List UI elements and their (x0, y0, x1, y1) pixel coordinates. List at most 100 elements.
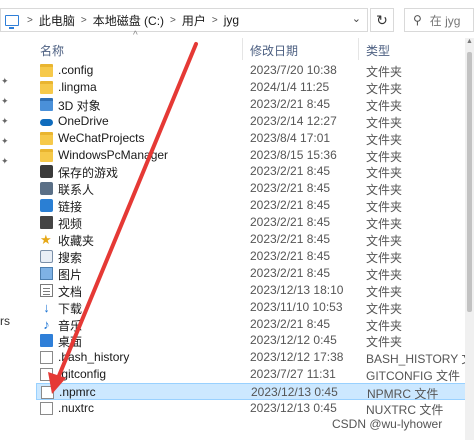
breadcrumb-separator: > (80, 14, 87, 26)
file-row[interactable]: 文档 2023/12/13 18:10 文件夹 (36, 282, 474, 299)
file-row[interactable]: 保存的游戏 2023/2/21 8:45 文件夹 (36, 163, 474, 180)
file-icon (40, 402, 53, 415)
file-row[interactable]: 3D 对象 2023/2/21 8:45 文件夹 (36, 96, 474, 113)
pin-icon: ✦ (1, 116, 9, 126)
scroll-up-icon[interactable]: ▲ (465, 38, 474, 48)
file-modified-date: 2023/12/13 0:45 (251, 385, 338, 400)
chevron-down-icon[interactable]: ⌄ (352, 12, 361, 25)
file-row[interactable]: WindowsPcManager 2023/8/15 15:36 文件夹 (36, 147, 474, 164)
file-row[interactable]: ↓ 下载 2023/11/10 10:53 文件夹 (36, 299, 474, 316)
file-row[interactable]: ♪ 音乐 2023/2/21 8:45 文件夹 (36, 316, 474, 333)
file-modified-date: 2023/2/21 8:45 (250, 248, 331, 263)
file-type: 文件夹 (366, 98, 403, 113)
file-type: 文件夹 (366, 183, 403, 198)
file-row[interactable]: 搜索 2023/2/21 8:45 文件夹 (36, 248, 474, 265)
file-modified-date: 2024/1/4 11:25 (250, 79, 330, 94)
column-divider[interactable] (242, 38, 243, 60)
search-input[interactable]: ⚲ 在 jyg (404, 8, 474, 32)
column-header-type[interactable]: 类型 (366, 42, 390, 59)
file-name: .config (58, 63, 94, 77)
file-name: .gitconfig (58, 367, 107, 382)
file-row[interactable]: 桌面 2023/12/12 0:45 文件夹 (36, 332, 474, 349)
documents-icon (40, 283, 53, 297)
file-name: 视频 (58, 217, 83, 232)
search-placeholder: 在 jyg (429, 13, 461, 28)
file-modified-date: 2023/12/13 18:10 (250, 282, 344, 297)
file-type: 文件夹 (366, 166, 403, 181)
file-name: 桌面 (58, 335, 83, 350)
column-divider[interactable] (358, 38, 359, 60)
file-type: 文件夹 (366, 234, 403, 248)
file-name: 链接 (58, 200, 83, 215)
file-modified-date: 2023/12/12 17:38 (250, 350, 344, 365)
search-icon: ⚲ (413, 13, 422, 27)
videos-icon (40, 216, 53, 230)
file-modified-date: 2023/7/27 11:31 (250, 367, 336, 382)
address-bar[interactable]: > 此电脑 > 本地磁盘 (C:) > 用户 > jyg ⌄ (0, 8, 368, 32)
column-header-name[interactable]: 名称 (40, 42, 64, 59)
breadcrumb-separator: > (27, 14, 33, 26)
file-name: 下载 (58, 301, 83, 316)
file-name: .nuxtrc (58, 401, 95, 415)
downloads-icon: ↓ (43, 299, 50, 315)
pin-icon: ✦ (1, 76, 9, 86)
breadcrumb-local-disk[interactable]: 本地磁盘 (C:) (91, 12, 166, 29)
file-type: 文件夹 (366, 149, 403, 164)
folder-icon (40, 148, 53, 162)
sort-ascending-icon: ^ (133, 30, 138, 41)
folder-icon (40, 64, 53, 77)
file-name: 收藏夹 (58, 234, 95, 248)
file-modified-date: 2023/2/21 8:45 (250, 181, 331, 196)
file-modified-date: 2023/2/21 8:45 (250, 265, 331, 280)
file-modified-date: 2023/2/21 8:45 (250, 198, 331, 213)
file-row[interactable]: .npmrc 2023/12/13 0:45 NPMRC 文件 (36, 383, 474, 401)
file-type: 文件夹 (366, 132, 403, 147)
breadcrumb-users[interactable]: 用户 (180, 12, 208, 29)
file-row[interactable]: .lingma 2024/1/4 11:25 文件夹 (36, 79, 474, 96)
file-row[interactable]: WeChatProjects 2023/8/4 17:01 文件夹 (36, 130, 474, 147)
pin-icon: ✦ (1, 96, 9, 106)
desktop-icon (40, 334, 53, 348)
breadcrumb-jyg[interactable]: jyg (222, 13, 241, 27)
scrollbar-thumb[interactable] (467, 52, 472, 312)
file-type: 文件夹 (366, 65, 403, 79)
breadcrumb-separator: > (170, 14, 176, 26)
file-icon (41, 386, 54, 400)
file-row[interactable]: .nuxtrc 2023/12/13 0:45 NUXTRC 文件 (36, 400, 474, 417)
file-row[interactable]: OneDrive 2023/2/14 12:27 文件夹 (36, 113, 474, 130)
file-row[interactable]: 图片 2023/2/21 8:45 文件夹 (36, 265, 474, 282)
file-type: 文件夹 (366, 115, 403, 130)
pin-icon: ✦ (1, 156, 9, 166)
file-name: 3D 对象 (58, 98, 101, 113)
file-modified-date: 2023/2/21 8:45 (250, 164, 331, 179)
file-name: WindowsPcManager (58, 147, 169, 162)
file-name: 保存的游戏 (58, 166, 119, 181)
pin-icon: ✦ (1, 136, 9, 146)
breadcrumb-separator: > (211, 14, 218, 26)
file-modified-date: 2023/12/12 0:45 (250, 333, 337, 348)
file-row[interactable]: .bash_history 2023/12/12 17:38 BASH_HISTOR… (36, 349, 474, 366)
file-type: 文件夹 (366, 217, 403, 232)
nav-item-label[interactable]: rs (0, 314, 10, 328)
searches-icon (40, 249, 53, 263)
refresh-button[interactable]: ↻ (370, 8, 394, 32)
file-row[interactable]: ★ 收藏夹 2023/2/21 8:45 文件夹 (36, 231, 474, 248)
file-row[interactable]: 链接 2023/2/21 8:45 文件夹 (36, 197, 474, 214)
file-modified-date: 2023/7/20 10:38 (250, 63, 337, 77)
file-type: 文件夹 (366, 200, 403, 215)
breadcrumb-this-pc[interactable]: 此电脑 (37, 12, 77, 29)
file-name: 音乐 (58, 318, 83, 333)
column-header-date[interactable]: 修改日期 (250, 42, 298, 59)
column-header: 名称 修改日期 类型 (36, 38, 474, 60)
links-icon (40, 199, 53, 213)
file-row[interactable]: 视频 2023/2/21 8:45 文件夹 (36, 214, 474, 231)
file-modified-date: 2023/12/13 0:45 (250, 401, 337, 415)
file-name: 图片 (58, 267, 83, 282)
file-type: 文件夹 (366, 301, 403, 316)
file-row[interactable]: .config 2023/7/20 10:38 文件夹 (36, 62, 474, 79)
file-row[interactable]: 联系人 2023/2/21 8:45 文件夹 (36, 180, 474, 197)
3d-objects-icon (40, 97, 53, 111)
file-row[interactable]: .gitconfig 2023/7/27 11:31 GITCONFIG 文件 (36, 366, 474, 383)
vertical-scrollbar[interactable]: ▲ (465, 38, 474, 440)
file-modified-date: 2023/2/21 8:45 (250, 215, 331, 230)
